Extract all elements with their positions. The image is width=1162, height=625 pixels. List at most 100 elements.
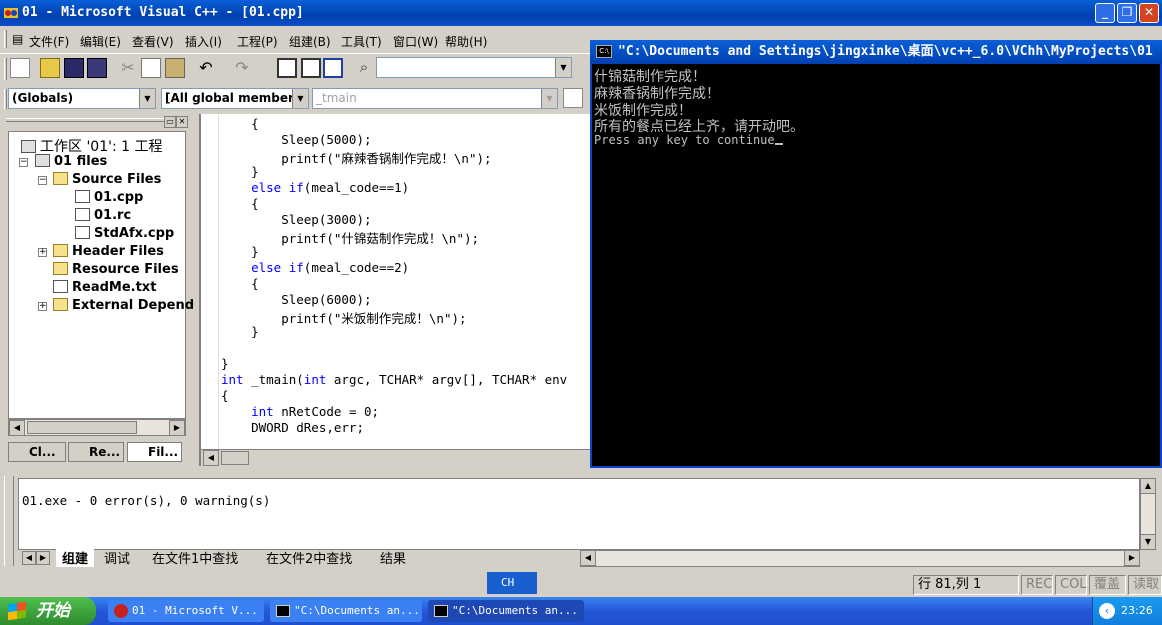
close-button[interactable]: ✕ xyxy=(1139,3,1159,23)
redo-icon[interactable]: ↷ xyxy=(232,58,252,78)
output-window-icon[interactable] xyxy=(301,58,321,78)
workspace-grip[interactable] xyxy=(6,118,166,122)
copy-icon[interactable] xyxy=(141,58,161,78)
tray-expand-icon[interactable]: ‹ xyxy=(1099,603,1115,619)
resource-files-folder[interactable]: Resource Files xyxy=(53,262,179,277)
menu-window[interactable]: 窗口(W) xyxy=(393,33,438,50)
code-line: printf("什锦菇制作完成！\n"); xyxy=(221,231,480,246)
tab-scroll-left-icon[interactable]: ◀ xyxy=(22,551,36,565)
find-in-files-icon[interactable]: ⌕ xyxy=(354,58,374,78)
paste-icon[interactable] xyxy=(165,58,185,78)
minimize-button[interactable]: _ xyxy=(1095,3,1115,23)
start-button[interactable]: 开始 xyxy=(0,597,96,625)
output-vscroll[interactable]: ▲ ▼ xyxy=(1140,478,1156,550)
code-line: else if(meal_code==1) xyxy=(251,180,410,195)
collapse-icon[interactable]: − xyxy=(19,158,28,167)
menu-tools[interactable]: 工具(T) xyxy=(341,33,382,50)
code-line: { xyxy=(221,196,259,211)
editor-hscroll[interactable]: ◀ xyxy=(201,449,591,466)
toolbar-grip[interactable] xyxy=(4,58,7,80)
title-bar[interactable]: 01 - Microsoft Visual C++ - [01.cpp] _ ❐… xyxy=(0,0,1162,26)
tab-classview[interactable]: Cl... xyxy=(8,442,66,462)
open-folder-icon[interactable] xyxy=(40,58,60,78)
task-console-2[interactable]: "C:\Documents an... xyxy=(428,600,584,622)
scroll-up-icon[interactable]: ▲ xyxy=(1140,478,1156,494)
task-console-1[interactable]: "C:\Documents an... xyxy=(270,600,422,622)
chevron-down-icon[interactable]: ▼ xyxy=(555,58,571,77)
globals-combo[interactable]: (Globals) ▼ xyxy=(8,88,156,109)
menu-file[interactable]: 文件(F) xyxy=(29,33,69,50)
save-icon[interactable] xyxy=(64,58,84,78)
tab-find2[interactable]: 在文件2中查找 xyxy=(266,548,352,567)
tab-fileview[interactable]: Fil... xyxy=(127,442,182,462)
folder-icon xyxy=(53,262,68,275)
external-deps-folder[interactable]: External Depend xyxy=(53,298,194,313)
chevron-down-icon[interactable]: ▼ xyxy=(541,89,557,108)
scroll-right-icon[interactable]: ▶ xyxy=(1124,550,1140,566)
wizard-action-icon[interactable] xyxy=(563,88,583,108)
scroll-right-icon[interactable]: ▶ xyxy=(169,420,185,436)
cut-icon[interactable]: ✂ xyxy=(118,58,138,78)
close-panel-icon[interactable]: ✕ xyxy=(176,116,188,128)
tab-find1[interactable]: 在文件1中查找 xyxy=(152,548,238,567)
expand-icon[interactable]: + xyxy=(38,302,47,311)
menu-bar: ▤ 文件(F) 编辑(E) 查看(V) 插入(I) 工程(P) 组建(B) 工具… xyxy=(0,26,590,52)
output-hscroll[interactable]: ◀ ▶ xyxy=(580,550,1140,567)
workspace-hscroll[interactable]: ◀ ▶ xyxy=(8,419,186,436)
output-area[interactable] xyxy=(18,478,1140,550)
expand-icon[interactable]: + xyxy=(38,248,47,257)
window-list-icon[interactable] xyxy=(323,58,343,78)
output-grip[interactable] xyxy=(4,476,14,566)
find-combo[interactable]: ▼ xyxy=(376,57,572,78)
function-combo[interactable]: _tmain ▼ xyxy=(312,88,558,109)
save-all-icon[interactable] xyxy=(87,58,107,78)
workspace-window-icon[interactable] xyxy=(277,58,297,78)
menu-project[interactable]: 工程(P) xyxy=(237,33,278,50)
console-title-bar[interactable]: "C:\Documents and Settings\jingxinke\桌面\… xyxy=(590,40,1162,64)
menu-view[interactable]: 查看(V) xyxy=(132,33,174,50)
clock[interactable]: 23:26 xyxy=(1121,604,1153,617)
cpp-file-icon xyxy=(75,226,90,239)
file-node[interactable]: StdAfx.cpp xyxy=(75,226,174,241)
new-file-icon[interactable] xyxy=(10,58,30,78)
scroll-left-icon[interactable]: ◀ xyxy=(203,450,219,466)
project-node[interactable]: 01 files xyxy=(35,154,107,169)
tab-build[interactable]: 组建 xyxy=(56,548,95,567)
code-line: } xyxy=(221,164,259,179)
ime-indicator[interactable]: CH xyxy=(487,572,537,594)
chevron-down-icon[interactable]: ▼ xyxy=(139,89,155,108)
menu-grip[interactable] xyxy=(4,30,7,48)
file-node[interactable]: ReadMe.txt xyxy=(53,280,156,295)
scroll-left-icon[interactable]: ◀ xyxy=(9,420,25,436)
header-files-folder[interactable]: Header Files xyxy=(53,244,164,259)
tab-debug[interactable]: 调试 xyxy=(104,548,130,567)
undo-icon[interactable]: ↶ xyxy=(196,58,216,78)
file-node[interactable]: 01.rc xyxy=(75,208,131,223)
workspace-root[interactable]: 工作区 '01': 1 工程 xyxy=(21,136,163,156)
file-node[interactable]: 01.cpp xyxy=(75,190,143,205)
members-combo[interactable]: [All global members ▼ xyxy=(161,88,309,109)
restore-button[interactable]: ❐ xyxy=(1117,3,1137,23)
code-line: Sleep(3000); xyxy=(221,212,372,227)
restore-panel-icon[interactable]: ▭ xyxy=(164,116,176,128)
menu-insert[interactable]: 插入(I) xyxy=(185,33,222,50)
scroll-thumb[interactable] xyxy=(27,421,137,434)
start-label: 开始 xyxy=(36,601,70,621)
ime-label: CH xyxy=(501,576,515,589)
menu-edit[interactable]: 编辑(E) xyxy=(80,33,121,50)
menu-help[interactable]: 帮助(H) xyxy=(445,33,487,50)
task-vcpp[interactable]: 01 - Microsoft V... xyxy=(108,600,264,622)
scroll-left-icon[interactable]: ◀ xyxy=(580,550,596,566)
chevron-down-icon[interactable]: ▼ xyxy=(292,89,308,108)
scroll-thumb[interactable] xyxy=(221,451,249,465)
tab-scroll-right-icon[interactable]: ▶ xyxy=(36,551,50,565)
tab-resourceview[interactable]: Re... xyxy=(68,442,124,462)
wizardbar-grip[interactable] xyxy=(4,89,7,109)
source-files-folder[interactable]: Source Files xyxy=(53,172,161,187)
collapse-icon[interactable]: − xyxy=(38,176,47,185)
menu-build[interactable]: 组建(B) xyxy=(289,33,331,50)
visual-cpp-icon xyxy=(114,604,128,618)
cursor-position: 行 81,列 1 xyxy=(913,575,1019,595)
scroll-down-icon[interactable]: ▼ xyxy=(1140,534,1156,550)
tab-results[interactable]: 结果 xyxy=(380,548,406,567)
